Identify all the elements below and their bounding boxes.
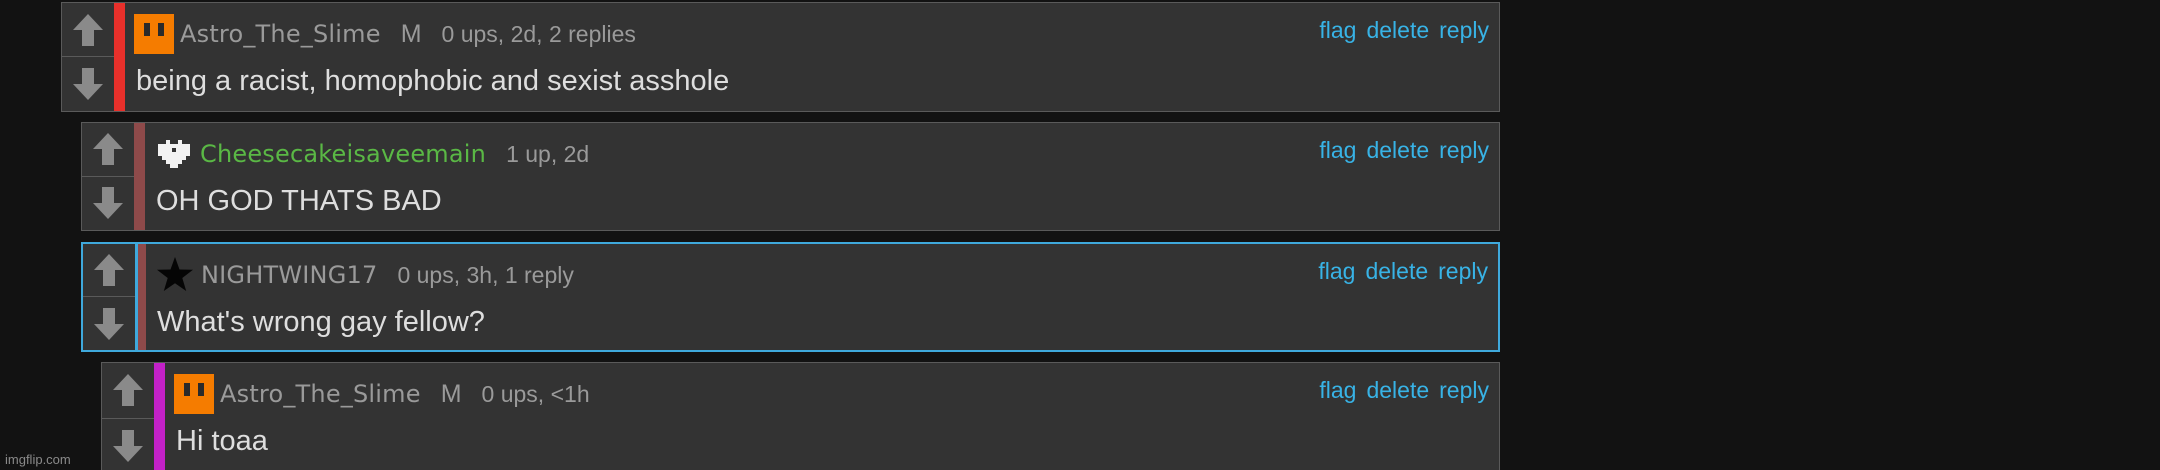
vote-controls [83, 244, 136, 350]
white-pixel-heart-icon[interactable] [154, 134, 194, 174]
vote-controls [102, 363, 155, 470]
comment-meta: 1 up, 2d [506, 140, 590, 167]
downvote-button[interactable] [82, 177, 134, 231]
arrow-down-icon [93, 187, 123, 220]
comment-actions: flag delete reply [1308, 258, 1488, 285]
reply-link[interactable]: reply [1439, 377, 1489, 403]
upvote-button[interactable] [62, 3, 114, 57]
comment-header: Cheesecakeisaveemain 1 up, 2d [154, 135, 589, 173]
arrow-down-icon [94, 307, 124, 340]
downvote-button[interactable] [62, 57, 114, 111]
comment-header: Astro_The_Slime M 0 ups, 2d, 2 replies [134, 14, 636, 54]
comment-header: Astro_The_Slime M 0 ups, <1h [174, 374, 590, 414]
username-link[interactable]: Astro_The_Slime [180, 20, 381, 48]
black-star-icon[interactable] [155, 255, 195, 295]
upvote-button[interactable] [83, 244, 135, 297]
comment-meta: 0 ups, 2d, 2 replies [441, 20, 636, 47]
comment: Astro_The_Slime M 0 ups, 2d, 2 replies f… [61, 2, 1500, 112]
comment-text: being a racist, homophobic and sexist as… [136, 65, 730, 97]
username-link[interactable]: Cheesecakeisaveemain [200, 140, 486, 168]
comment-actions: flag delete reply [1309, 137, 1489, 164]
comment-highlighted: NIGHTWING17 0 ups, 3h, 1 reply flag delet… [81, 242, 1500, 352]
delete-link[interactable]: delete [1366, 137, 1429, 163]
comment: Astro_The_Slime M 0 ups, <1h flag delete r… [101, 362, 1500, 470]
comment-color-bar [135, 244, 146, 350]
reply-link[interactable]: reply [1439, 137, 1489, 163]
comment-color-bar [114, 3, 125, 111]
reply-link[interactable]: reply [1439, 17, 1489, 43]
upvote-button[interactable] [102, 363, 154, 419]
arrow-down-icon [73, 68, 103, 100]
downvote-button[interactable] [83, 297, 135, 350]
vote-controls [62, 3, 115, 111]
arrow-up-icon [73, 13, 103, 46]
comment-meta: 0 ups, <1h [481, 380, 590, 407]
mod-badge: M [440, 379, 462, 408]
downvote-button[interactable] [102, 419, 154, 470]
arrow-up-icon [113, 374, 143, 407]
comment-color-bar [134, 123, 145, 230]
flag-link[interactable]: flag [1318, 258, 1355, 284]
arrow-up-icon [94, 254, 124, 286]
comment: Cheesecakeisaveemain 1 up, 2d flag delete… [81, 122, 1500, 231]
arrow-down-icon [113, 430, 143, 463]
orange-square-face-icon[interactable] [174, 374, 214, 414]
delete-link[interactable]: delete [1365, 258, 1428, 284]
reply-link[interactable]: reply [1438, 258, 1488, 284]
comment-actions: flag delete reply [1309, 17, 1489, 44]
comment-text: What's wrong gay fellow? [157, 306, 485, 338]
flag-link[interactable]: flag [1319, 377, 1356, 403]
username-link[interactable]: NIGHTWING17 [201, 261, 377, 289]
comment-header: NIGHTWING17 0 ups, 3h, 1 reply [155, 256, 574, 294]
delete-link[interactable]: delete [1366, 377, 1429, 403]
upvote-button[interactable] [82, 123, 134, 177]
comment-text: OH GOD THATS BAD [156, 185, 442, 217]
comment-text: Hi toaa [176, 425, 268, 457]
flag-link[interactable]: flag [1319, 137, 1356, 163]
orange-square-face-icon[interactable] [134, 14, 174, 54]
comment-meta: 0 ups, 3h, 1 reply [397, 261, 574, 288]
imgflip-watermark: imgflip.com [5, 452, 71, 467]
delete-link[interactable]: delete [1366, 17, 1429, 43]
arrow-up-icon [93, 133, 123, 166]
comment-color-bar [154, 363, 165, 470]
vote-controls [82, 123, 135, 230]
mod-badge: M [400, 19, 422, 48]
comment-actions: flag delete reply [1309, 377, 1489, 404]
username-link[interactable]: Astro_The_Slime [220, 380, 421, 408]
flag-link[interactable]: flag [1319, 17, 1356, 43]
